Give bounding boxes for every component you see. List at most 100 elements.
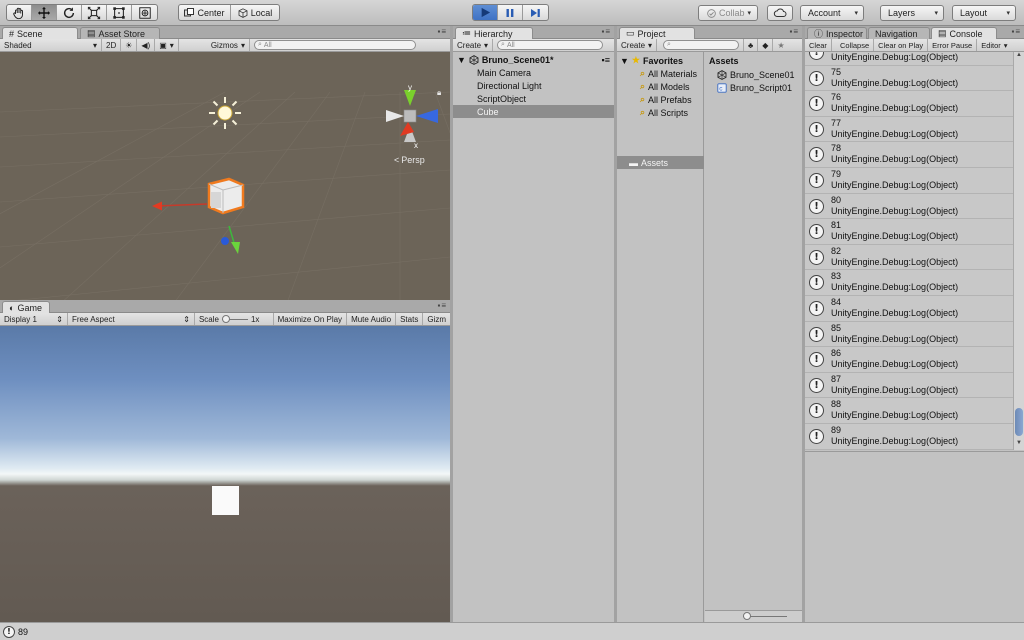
console-scrollbar[interactable]: ▲ ▼ (1013, 52, 1024, 450)
tab-hierarchy[interactable]: ≔ Hierarchy (455, 27, 533, 39)
log-row[interactable]: ! 84 UnityEngine.Debug:Log(Object) (805, 296, 1013, 322)
pivot-center-button[interactable]: Center (179, 5, 231, 20)
hierarchy-create-dropdown[interactable]: Create ▾ (453, 39, 494, 51)
log-row[interactable]: ! 87 UnityEngine.Debug:Log(Object) (805, 373, 1013, 399)
tab-game[interactable]: ◐ Game (2, 301, 50, 313)
panel-menu-icon[interactable]: ▪≡ (1011, 27, 1021, 36)
tab-project[interactable]: ▭ Project (619, 27, 695, 39)
slider-thumb[interactable] (221, 315, 230, 323)
scale-slider-track[interactable] (221, 315, 248, 323)
log-row[interactable]: ! 76 UnityEngine.Debug:Log(Object) (805, 91, 1013, 117)
panel-menu-icon[interactable]: ▪≡ (437, 27, 447, 36)
layout-dropdown[interactable]: Layout ▾ (952, 5, 1016, 21)
log-row[interactable]: ! 78 UnityEngine.Debug:Log(Object) (805, 142, 1013, 168)
scroll-thumb[interactable] (1015, 408, 1023, 436)
log-row[interactable]: ! UnityEngine.Debug:Log(Object) (805, 52, 1013, 66)
gizmos-dropdown[interactable]: Gizmos ▾ (207, 39, 250, 51)
lighting-toggle[interactable]: ☀ (121, 39, 138, 51)
console-editor-dropdown[interactable]: Editor ▾ (977, 39, 1011, 51)
scroll-up-icon[interactable]: ▲ (1016, 52, 1022, 58)
log-row[interactable]: ! 81 UnityEngine.Debug:Log(Object) (805, 219, 1013, 245)
layers-dropdown[interactable]: Layers ▾ (880, 5, 944, 21)
log-row[interactable]: ! 88 UnityEngine.Debug:Log(Object) (805, 398, 1013, 424)
cloud-button[interactable] (767, 5, 793, 21)
collab-dropdown[interactable]: Collab ▾ (698, 5, 758, 21)
2d-toggle[interactable]: 2D (102, 39, 122, 51)
account-dropdown[interactable]: Account ▾ (800, 5, 864, 21)
console-error-pause-toggle[interactable]: Error Pause (928, 39, 978, 51)
favorite-all-materials[interactable]: ⌕ All Materials (640, 67, 697, 80)
panel-menu-icon[interactable]: ▪≡ (437, 301, 447, 310)
scene-viewport[interactable]: y x 🔒︎ < Persp (0, 52, 450, 322)
favorite-filter-button[interactable]: ★ (773, 39, 788, 51)
audio-toggle[interactable]: ◀) (137, 39, 156, 51)
log-row[interactable]: ! 86 UnityEngine.Debug:Log(Object) (805, 347, 1013, 373)
transform-tool-button[interactable] (132, 5, 157, 20)
hierarchy-search-input[interactable]: ⌕ All (497, 40, 604, 50)
effects-dropdown[interactable]: ▣ ▾ (155, 39, 179, 51)
stats-toggle[interactable]: Stats (396, 313, 424, 325)
console-collapse-toggle[interactable]: Collapse (836, 39, 875, 51)
favorite-all-models[interactable]: ⌕ All Models (640, 80, 690, 93)
play-button[interactable] (473, 5, 498, 20)
hierarchy-item-cube[interactable]: Cube (453, 105, 614, 118)
log-row[interactable]: ! 85 UnityEngine.Debug:Log(Object) (805, 322, 1013, 348)
tab-scene[interactable]: # Scene (2, 27, 78, 39)
tab-navigation[interactable]: Navigation (868, 27, 930, 39)
cube-object[interactable] (145, 170, 255, 260)
game-gizmos-toggle[interactable]: Gizm (423, 313, 450, 325)
asset-item-scene[interactable]: Bruno_Scene01 (717, 68, 795, 81)
filter-by-type-button[interactable]: ♣ (743, 39, 759, 51)
shading-mode-dropdown[interactable]: Shaded ▾ (0, 39, 102, 51)
panel-menu-icon[interactable]: ▪≡ (601, 27, 611, 36)
hand-tool-button[interactable] (7, 5, 32, 20)
game-viewport[interactable] (0, 326, 450, 622)
scene-root-item[interactable]: ▼ Bruno_Scene01* ▪≡ (453, 53, 614, 66)
status-bar[interactable]: ! 89 (0, 622, 1024, 640)
scale-slider[interactable]: Scale 1x (195, 313, 274, 325)
log-row[interactable]: ! 79 UnityEngine.Debug:Log(Object) (805, 168, 1013, 194)
log-row[interactable]: ! 82 UnityEngine.Debug:Log(Object) (805, 245, 1013, 271)
asset-item-script[interactable]: c Bruno_Script01 (717, 81, 792, 94)
tab-console[interactable]: ▤ Console (931, 27, 997, 39)
project-create-dropdown[interactable]: Create ▾ (617, 39, 658, 51)
directional-light-icon[interactable] (208, 96, 242, 130)
step-button[interactable] (523, 5, 548, 20)
filter-by-label-button[interactable]: ◆ (758, 39, 774, 51)
hierarchy-item-main-camera[interactable]: Main Camera (453, 66, 614, 79)
console-clear-button[interactable]: Clear (805, 39, 832, 51)
lock-icon[interactable]: 🔒︎ (437, 88, 441, 98)
hierarchy-item-script-object[interactable]: ScriptObject (453, 92, 614, 105)
move-tool-button[interactable] (32, 5, 57, 20)
scene-menu-icon[interactable]: ▪≡ (602, 55, 610, 65)
rotate-tool-button[interactable] (57, 5, 82, 20)
persp-label[interactable]: < Persp (394, 155, 425, 165)
scene-search-input[interactable]: ⌕ All (253, 40, 416, 50)
pause-button[interactable] (498, 5, 523, 20)
pivot-local-button[interactable]: Local (231, 5, 279, 20)
favorite-all-prefabs[interactable]: ⌕ All Prefabs (640, 93, 692, 106)
assets-folder-item[interactable]: ▬ Assets (617, 156, 704, 169)
console-clear-on-play-toggle[interactable]: Clear on Play (874, 39, 929, 51)
tab-asset-store[interactable]: ▤ Asset Store (80, 27, 160, 39)
log-row[interactable]: ! 75 UnityEngine.Debug:Log(Object) (805, 66, 1013, 92)
panel-menu-icon[interactable]: ▪≡ (789, 27, 799, 36)
log-row[interactable]: ! 83 UnityEngine.Debug:Log(Object) (805, 270, 1013, 296)
slider-thumb[interactable] (743, 612, 751, 620)
mute-audio-toggle[interactable]: Mute Audio (347, 313, 397, 325)
hierarchy-item-directional-light[interactable]: Directional Light (453, 79, 614, 92)
log-row[interactable]: ! 89 UnityEngine.Debug:Log(Object) (805, 424, 1013, 450)
favorite-all-scripts[interactable]: ⌕ All Scripts (640, 106, 688, 119)
tab-inspector[interactable]: ⓘ Inspector (807, 27, 867, 39)
aspect-dropdown[interactable]: Free Aspect ⇕ (68, 313, 195, 325)
favorites-item[interactable]: ▼ ★ Favorites (620, 54, 683, 67)
scale-tool-button[interactable] (82, 5, 107, 20)
log-row[interactable]: ! 77 UnityEngine.Debug:Log(Object) (805, 117, 1013, 143)
project-search-input[interactable]: ⌕ (663, 40, 740, 50)
display-dropdown[interactable]: Display 1 ⇕ (0, 313, 68, 325)
rect-tool-button[interactable] (107, 5, 132, 20)
log-row[interactable]: ! 80 UnityEngine.Debug:Log(Object) (805, 194, 1013, 220)
orientation-gizmo[interactable]: y x (384, 82, 442, 152)
maximize-on-play-toggle[interactable]: Maximize On Play (274, 313, 348, 325)
scroll-down-icon[interactable]: ▼ (1016, 440, 1022, 446)
